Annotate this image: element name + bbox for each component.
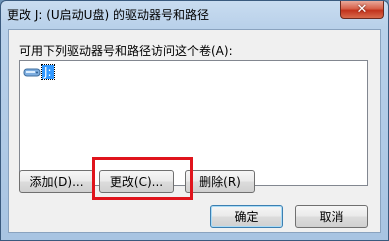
close-button[interactable]: ✕	[340, 1, 384, 19]
close-icon: ✕	[356, 2, 368, 17]
window-title: 更改 J: (U启动U盘) 的驱动器号和路径	[7, 8, 209, 22]
drive-paths-listbox[interactable]: J:	[19, 60, 368, 186]
cancel-button[interactable]: 取消	[295, 205, 368, 228]
list-item[interactable]: J:	[23, 64, 55, 80]
title-bar[interactable]: 更改 J: (U启动U盘) 的驱动器号和路径 ✕	[1, 1, 388, 29]
drive-icon	[23, 68, 41, 77]
drive-letter-text: J:	[41, 64, 55, 80]
volume-paths-label: 可用下列驱动器号和路径访问这个卷(A):	[19, 44, 233, 58]
delete-button[interactable]: 删除(R)	[185, 170, 255, 193]
dialog-window: 更改 J: (U启动U盘) 的驱动器号和路径 ✕ 可用下列驱动器号和路径访问这个…	[0, 0, 389, 241]
add-button[interactable]: 添加(D)...	[19, 170, 94, 193]
dialog-client-area: 可用下列驱动器号和路径访问这个卷(A): J: 添加(D)... 更改(C)..…	[8, 29, 381, 233]
highlight-box	[92, 157, 193, 200]
ok-button[interactable]: 确定	[210, 205, 283, 228]
